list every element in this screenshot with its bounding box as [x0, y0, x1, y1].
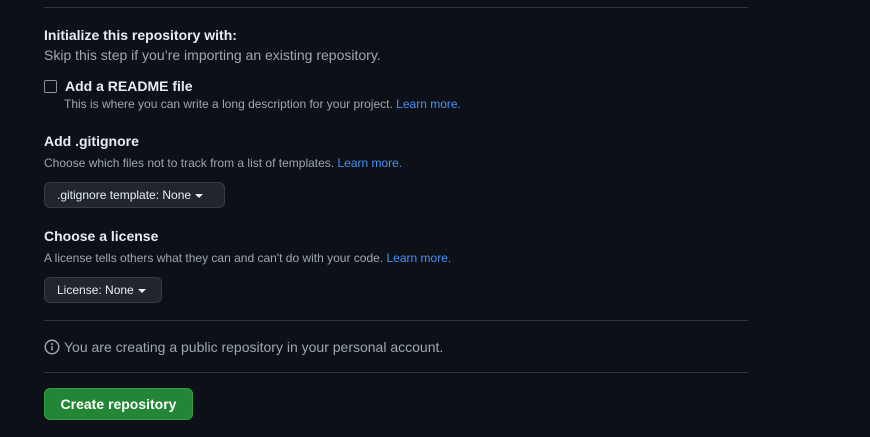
readme-checkbox[interactable] — [44, 79, 57, 93]
caret-down-icon — [195, 193, 204, 198]
readme-description: This is where you can write a long descr… — [64, 97, 393, 111]
initialize-subtitle: Skip this step if you’re importing an ex… — [44, 47, 381, 63]
caret-down-icon — [137, 288, 146, 293]
create-repository-button[interactable]: Create repository — [44, 388, 193, 420]
visibility-info-text: You are creating a public repository in … — [64, 339, 444, 355]
gitignore-template-dropdown[interactable]: .gitignore template: None — [44, 182, 225, 208]
license-description-line: A license tells others what they can and… — [44, 250, 451, 266]
top-divider — [44, 7, 748, 8]
license-dropdown[interactable]: License: None — [44, 277, 162, 303]
gitignore-dropdown-label: .gitignore template: None — [57, 188, 192, 202]
visibility-info: You are creating a public repository in … — [44, 338, 443, 356]
info-icon — [44, 339, 60, 355]
initialize-title: Initialize this repository with: — [44, 27, 237, 43]
section-divider — [44, 320, 748, 321]
license-title: Choose a license — [44, 228, 159, 244]
repository-init-form: Initialize this repository with: Skip th… — [0, 0, 870, 437]
readme-learn-more-link[interactable]: Learn more. — [396, 97, 461, 111]
gitignore-description-line: Choose which files not to track from a l… — [44, 155, 402, 171]
gitignore-learn-more-link[interactable]: Learn more. — [337, 156, 402, 170]
readme-option[interactable]: Add a README file — [44, 78, 193, 94]
license-dropdown-label: License: None — [57, 283, 134, 297]
readme-label[interactable]: Add a README file — [65, 78, 193, 94]
bottom-divider — [44, 372, 748, 373]
license-description: A license tells others what they can and… — [44, 251, 384, 265]
gitignore-description: Choose which files not to track from a l… — [44, 156, 335, 170]
license-learn-more-link[interactable]: Learn more. — [387, 251, 452, 265]
gitignore-title: Add .gitignore — [44, 133, 139, 149]
readme-description-line: This is where you can write a long descr… — [64, 96, 461, 112]
